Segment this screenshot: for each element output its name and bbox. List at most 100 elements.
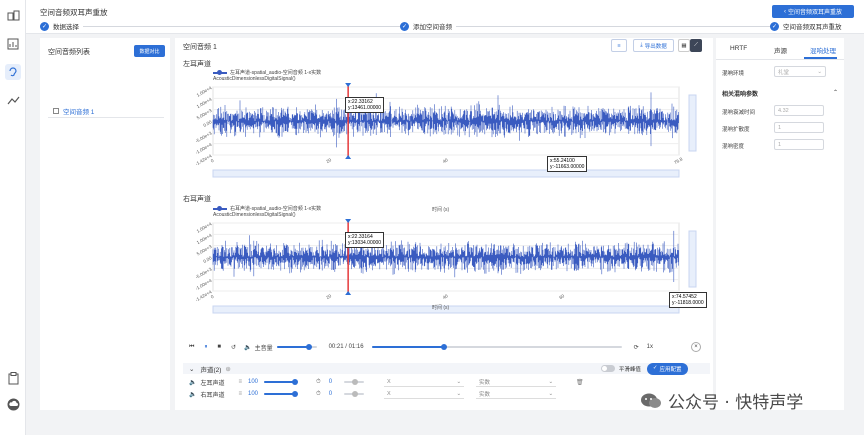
tab-hrtf[interactable]: HRTF [730, 45, 747, 52]
right-channel-label: 右耳声道 [183, 196, 211, 203]
volume-value: 100 [248, 379, 259, 385]
param-input[interactable]: 1 [774, 139, 824, 150]
progress-fill [371, 346, 445, 348]
spatial-replay-button[interactable]: ‹ 空间音频双耳声重放 [772, 5, 854, 18]
trend-icon[interactable] [5, 92, 21, 108]
chart-legend[interactable]: 右耳声道-spatial_audio-空间音频 1-x实数 [213, 205, 321, 212]
close-icon[interactable]: × [690, 342, 701, 352]
speaker-icon: 🔈 [189, 379, 197, 386]
param-input[interactable]: 1 [774, 122, 824, 133]
data-select-icon[interactable] [5, 8, 21, 24]
chevron-down-icon: ⌄ [456, 378, 462, 385]
volume-value: 100 [248, 391, 259, 397]
ear-icon[interactable] [5, 64, 21, 80]
loop-icon[interactable]: ⟳ [634, 344, 639, 351]
export-button[interactable]: ⤓ 导出数据 [633, 39, 674, 52]
tab-reverb[interactable]: 混响处理 [810, 45, 836, 55]
download-icon: ⤓ [640, 42, 643, 48]
filter-icon: ≡ [617, 42, 621, 49]
filter-button[interactable]: ≡ [611, 39, 627, 52]
delete-icon[interactable]: 🗑 [576, 379, 584, 386]
right-channel-waveform[interactable]: 1.00e+41.00e+45.00e+30.00-5.00e+3-1.00e+… [183, 219, 708, 339]
chart-view-button[interactable]: ⟋ [690, 39, 702, 52]
axis-select[interactable]: X ⌄ [384, 389, 465, 399]
smooth-toggle[interactable] [600, 365, 615, 372]
grid-icon: ▦ [681, 42, 687, 49]
legend-marker [213, 69, 227, 75]
chart-legend[interactable]: 左耳声道-spatial_audio-空间音频 1-x实数 [213, 69, 321, 76]
vertical-scrollbar [688, 94, 697, 152]
volume-icon: 🔈 [244, 344, 252, 351]
y-tick-label: 1.00e+4 [196, 85, 213, 98]
step-add-audio[interactable]: ✓ 添加空间音频 [400, 21, 456, 31]
y-tick-label: 1.00e+4 [196, 232, 213, 245]
step-data-select[interactable]: ✓ 数据选择 [40, 21, 83, 31]
add-icon[interactable]: ⊕ [225, 365, 230, 373]
check-icon: ✓ [652, 364, 658, 371]
cloud-icon[interactable] [5, 396, 21, 412]
progress-knob[interactable] [441, 344, 448, 350]
bars-icon: ≡ [238, 379, 242, 385]
checkbox[interactable] [53, 108, 59, 114]
param-input[interactable]: 4.32 [774, 105, 824, 116]
volume-knob[interactable] [305, 344, 312, 350]
chevron-up-icon[interactable]: ⌃ [833, 89, 838, 96]
offset-icon: ⏱ [316, 378, 321, 385]
chevron-down-icon: ⌄ [548, 390, 554, 397]
offset-slider[interactable] [344, 391, 365, 397]
chart-icon[interactable] [5, 36, 21, 52]
y-tick-label: 5.00e+3 [196, 108, 213, 121]
param-label: 混响密度 [722, 144, 745, 150]
type-select[interactable]: 实数 ⌄ [476, 389, 557, 399]
param-label: 混响衰减时间 [722, 110, 756, 116]
player-controls: ⏮ ⏸ ■ ↺ 🔈 主音量 00:21 / 01:16 ⟳ 1x × [183, 340, 710, 354]
tab-source[interactable]: 声源 [774, 45, 787, 55]
x-tick-label: 20 [325, 157, 332, 164]
vertical-scrollbar [688, 230, 697, 288]
pause-icon[interactable]: ⏸ [204, 344, 207, 351]
divider [48, 117, 164, 118]
table-row: 🔈 左耳声道 ≡ 100 ⏱ 0 X ⌄ 实数 ⌄ 🗑 [183, 376, 710, 388]
x-tick-label: 60 [558, 293, 565, 300]
apply-config-button[interactable]: ✓ 应用配置 [646, 362, 688, 375]
type-select[interactable]: 实数 ⌄ [476, 377, 557, 387]
legend-marker [213, 205, 227, 211]
offset-icon: ⏱ [316, 390, 321, 397]
speed-select[interactable]: 1x [647, 344, 653, 350]
clipboard-icon[interactable] [5, 370, 21, 386]
replay-icon[interactable]: ↺ [231, 344, 236, 351]
sidebar [0, 0, 26, 435]
volume-slider[interactable] [276, 344, 317, 350]
compare-button[interactable]: 数据对比 [134, 45, 165, 57]
progress-slider[interactable] [371, 344, 622, 350]
x-tick-label: 0 [210, 294, 215, 300]
y-tick-label: 1.00e+4 [196, 96, 213, 109]
channel-volume-slider[interactable] [264, 391, 299, 397]
reverb-env-select[interactable]: 礼堂 ⌄ [774, 66, 826, 77]
cursor-marker-top [345, 219, 352, 223]
time-display: 00:21 / 01:16 [328, 344, 364, 350]
axis-select[interactable]: X ⌄ [384, 377, 465, 387]
step-binaural-replay[interactable]: ✓ 空间音频双耳声重放 [770, 21, 846, 31]
left-channel-label: 左耳声道 [183, 61, 211, 68]
skip-start-icon[interactable]: ⏮ [189, 344, 194, 351]
stop-icon[interactable]: ■ [217, 344, 221, 350]
chevron-down-icon: ⌄ [456, 390, 462, 397]
chevron-down-icon[interactable]: ⌄ [189, 365, 194, 373]
reverb-params-title: 相关混响参数 [722, 92, 759, 98]
list-item[interactable]: 空间音频 1 [53, 106, 94, 116]
check-icon: ✓ [400, 21, 409, 31]
x-tick-label: 40 [442, 157, 449, 164]
signal-label: AcousticDimensionlessDigitalSignal() [213, 212, 296, 218]
x-axis-label: 时间 (s) [432, 207, 450, 213]
signal-label: AcousticDimensionlessDigitalSignal() [213, 76, 296, 82]
y-tick-label: -5.00e+3 [195, 266, 213, 280]
x-tick-label: 0 [210, 158, 215, 164]
left-channel-waveform[interactable]: 1.00e+41.00e+45.00e+30.00-5.00e+3-1.00e+… [183, 83, 708, 203]
tab-underline [804, 57, 837, 59]
table-view-button[interactable]: ▦ [678, 39, 690, 52]
reverb-env-label: 混响环境 [722, 71, 745, 77]
channel-volume-slider[interactable] [264, 379, 299, 385]
offset-slider[interactable] [344, 379, 365, 385]
cursor-marker-top [345, 83, 352, 87]
